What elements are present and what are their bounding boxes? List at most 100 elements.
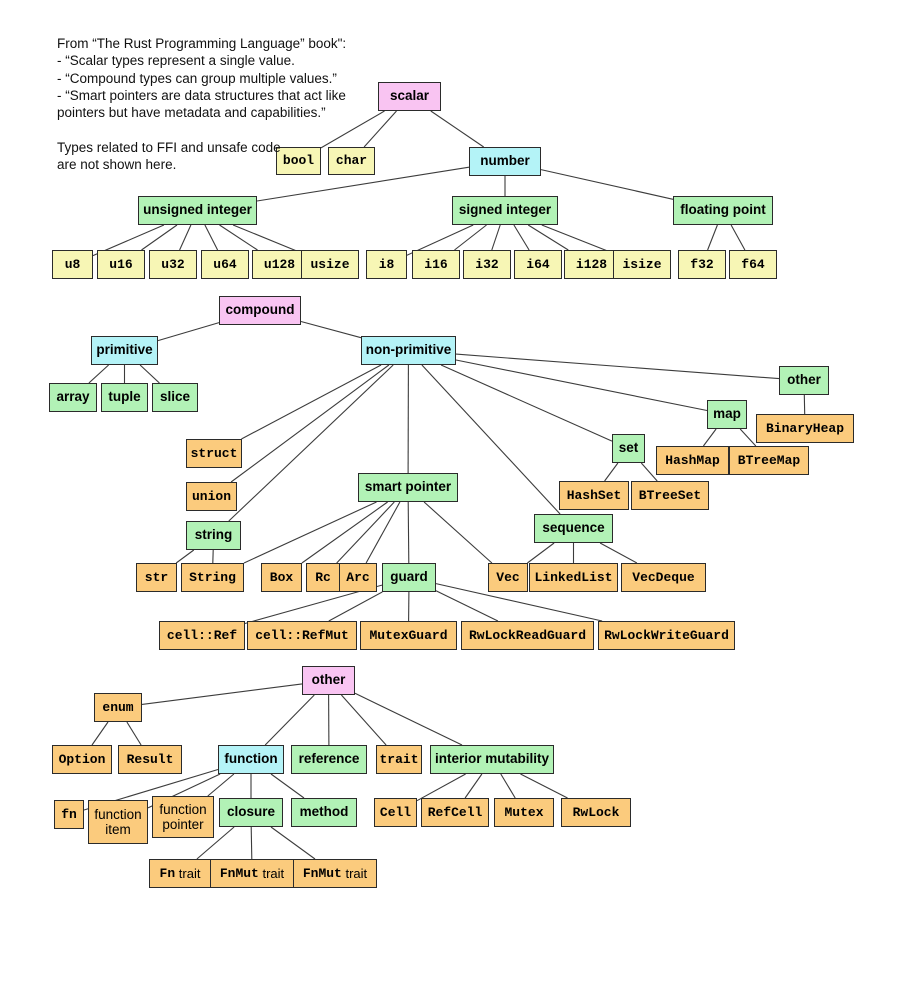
node-function_item[interactable]: function item — [88, 800, 148, 844]
node-struct[interactable]: struct — [186, 439, 242, 468]
node-signed_integer[interactable]: signed integer — [452, 196, 558, 225]
node-vecdeque[interactable]: VecDeque — [621, 563, 706, 592]
node-guard[interactable]: guard — [382, 563, 436, 592]
node-u128[interactable]: u128 — [252, 250, 307, 279]
node-scalar[interactable]: scalar — [378, 82, 441, 111]
node-union[interactable]: union — [186, 482, 237, 511]
node-box[interactable]: Box — [261, 563, 302, 592]
node-u32[interactable]: u32 — [149, 250, 197, 279]
legend-note: From “The Rust Programming Language” boo… — [57, 36, 347, 172]
node-tuple[interactable]: tuple — [101, 383, 148, 412]
node-usize[interactable]: usize — [301, 250, 359, 279]
node-cell_refmut[interactable]: cell::RefMut — [247, 621, 357, 650]
edge-other_bottom-to-enum — [141, 683, 303, 705]
node-fn[interactable]: fn — [54, 800, 84, 829]
node-array[interactable]: array — [49, 383, 97, 412]
edge-non_primitive-to-struct — [241, 364, 382, 440]
node-linkedlist[interactable]: LinkedList — [529, 563, 618, 592]
node-mutex[interactable]: Mutex — [494, 798, 554, 827]
node-unsigned_integer[interactable]: unsigned integer — [138, 196, 257, 225]
node-number[interactable]: number — [469, 147, 541, 176]
node-result[interactable]: Result — [118, 745, 182, 774]
node-other_bottom[interactable]: other — [302, 666, 355, 695]
node-binaryheap[interactable]: BinaryHeap — [756, 414, 854, 443]
node-primitive[interactable]: primitive — [91, 336, 158, 365]
node-rwlockreadguard[interactable]: RwLockReadGuard — [461, 621, 594, 650]
node-other_np[interactable]: other — [779, 366, 829, 395]
node-rwlock[interactable]: RwLock — [561, 798, 631, 827]
node-str[interactable]: str — [136, 563, 177, 592]
edge-closure-to-fnmut_trait_1 — [250, 826, 253, 860]
node-u16[interactable]: u16 — [97, 250, 145, 279]
edge-scalar-to-number — [430, 110, 485, 148]
node-u8[interactable]: u8 — [52, 250, 93, 279]
node-rwlockwriteguard[interactable]: RwLockWriteGuard — [598, 621, 735, 650]
edge-compound-to-primitive — [157, 322, 220, 342]
node-fnmut_trait_1[interactable]: FnMut trait — [210, 859, 294, 888]
edge-signed_integer-to-i64 — [513, 224, 530, 251]
node-map[interactable]: map — [707, 400, 747, 429]
node-hashset[interactable]: HashSet — [559, 481, 629, 510]
node-u64[interactable]: u64 — [201, 250, 249, 279]
edge-other_bottom-to-trait — [340, 694, 387, 746]
node-btreemap[interactable]: BTreeMap — [729, 446, 809, 475]
edge-unsigned_integer-to-u128 — [219, 224, 258, 251]
node-slice[interactable]: slice — [152, 383, 198, 412]
edge-smart_pointer-to-arc — [365, 501, 401, 564]
node-interior_mutability[interactable]: interior mutability — [430, 745, 554, 774]
node-isize[interactable]: isize — [613, 250, 671, 279]
node-compound[interactable]: compound — [219, 296, 301, 325]
node-hashmap[interactable]: HashMap — [656, 446, 729, 475]
node-f32[interactable]: f32 — [678, 250, 726, 279]
edge-other_bottom-to-function — [264, 694, 315, 746]
node-fn_trait[interactable]: Fn trait — [149, 859, 211, 888]
edge-enum-to-option — [91, 721, 109, 746]
node-cell_ref[interactable]: cell::Ref — [159, 621, 245, 650]
edge-set-to-hashset — [604, 462, 619, 482]
edge-primitive-to-array — [88, 364, 109, 384]
node-set[interactable]: set — [612, 434, 645, 463]
node-refcell[interactable]: RefCell — [421, 798, 489, 827]
node-btreeset[interactable]: BTreeSet — [631, 481, 709, 510]
node-f64[interactable]: f64 — [729, 250, 777, 279]
node-string[interactable]: string — [186, 521, 241, 550]
edge-floating_point-to-f32 — [707, 224, 718, 251]
node-option[interactable]: Option — [52, 745, 112, 774]
node-reference[interactable]: reference — [291, 745, 367, 774]
node-i16[interactable]: i16 — [412, 250, 460, 279]
edge-function-to-method — [270, 773, 305, 799]
edge-primitive-to-slice — [139, 364, 160, 384]
edge-non_primitive-to-union — [230, 364, 390, 483]
node-i32[interactable]: i32 — [463, 250, 511, 279]
node-i8[interactable]: i8 — [366, 250, 407, 279]
node-sequence[interactable]: sequence — [534, 514, 613, 543]
edge-set-to-btreeset — [640, 462, 658, 482]
node-fnmut_trait_2[interactable]: FnMut trait — [293, 859, 377, 888]
edge-interior_mutability-to-mutex — [500, 773, 516, 799]
node-floating_point[interactable]: floating point — [673, 196, 773, 225]
edge-map-to-hashmap — [702, 428, 717, 447]
node-String[interactable]: String — [181, 563, 244, 592]
node-i128[interactable]: i128 — [564, 250, 619, 279]
node-arc[interactable]: Arc — [339, 563, 377, 592]
node-smart_pointer[interactable]: smart pointer — [358, 473, 458, 502]
edge-other_bottom-to-interior_mutability — [354, 692, 463, 746]
node-cell[interactable]: Cell — [374, 798, 417, 827]
edge-smart_pointer-to-guard — [407, 501, 410, 564]
node-closure[interactable]: closure — [219, 798, 283, 827]
node-function[interactable]: function — [218, 745, 284, 774]
edge-sequence-to-vec — [527, 542, 555, 564]
node-method[interactable]: method — [291, 798, 357, 827]
edge-function-to-function_pointer — [207, 773, 235, 797]
node-vec[interactable]: Vec — [488, 563, 528, 592]
node-rc[interactable]: Rc — [306, 563, 340, 592]
node-non_primitive[interactable]: non-primitive — [361, 336, 456, 365]
node-enum[interactable]: enum — [94, 693, 142, 722]
node-function_pointer[interactable]: function pointer — [152, 796, 214, 838]
edge-enum-to-result — [126, 721, 142, 746]
node-trait[interactable]: trait — [376, 745, 422, 774]
node-i64[interactable]: i64 — [514, 250, 562, 279]
node-mutexguard[interactable]: MutexGuard — [360, 621, 457, 650]
edge-unsigned_integer-to-usize — [232, 224, 302, 254]
edge-signed_integer-to-i128 — [527, 224, 569, 251]
